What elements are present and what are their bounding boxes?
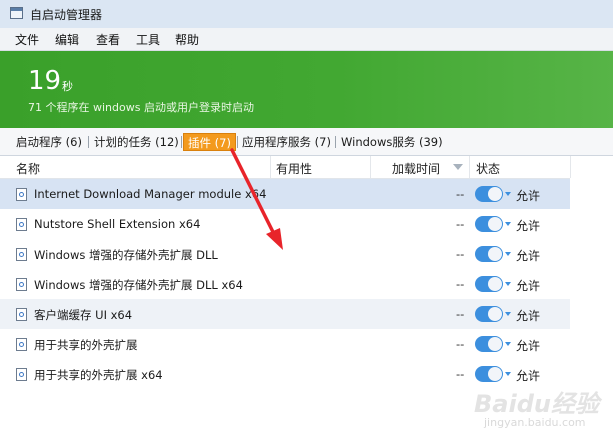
enable-toggle[interactable] [475, 216, 503, 232]
load-time-value: -- [456, 247, 465, 261]
tab-windows-services[interactable]: Windows服务 (39) [337, 133, 447, 151]
plugin-file-icon [16, 278, 27, 291]
plugin-name: Nutstore Shell Extension x64 [34, 217, 201, 231]
chevron-down-icon[interactable] [505, 342, 511, 346]
load-time-value: -- [456, 187, 465, 201]
column-usefulness[interactable]: 有用性 [276, 160, 312, 177]
menu-edit[interactable]: 编辑 [55, 31, 79, 48]
enable-toggle[interactable] [475, 306, 503, 322]
column-divider[interactable] [469, 156, 470, 178]
window-title: 自启动管理器 [30, 8, 103, 22]
status-label: 允许 [516, 189, 541, 203]
chevron-down-icon[interactable] [505, 252, 511, 256]
toggle-knob [488, 247, 502, 261]
toggle-knob [488, 187, 502, 201]
tab-startup-programs[interactable]: 启动程序 (6) [12, 133, 86, 151]
toggle-knob [488, 367, 502, 381]
startup-summary: 71 个程序在 windows 启动或用户登录时启动 [28, 101, 254, 114]
plugin-file-icon [16, 248, 27, 261]
plugin-name: Internet Download Manager module x64 [34, 187, 267, 201]
load-time-value: -- [456, 367, 465, 381]
watermark-brand: Baidu经验 [474, 390, 599, 418]
menu-help[interactable]: 帮助 [175, 31, 199, 48]
load-time-value: -- [456, 277, 465, 291]
plugin-name: Windows 增强的存储外壳扩展 DLL [34, 248, 218, 262]
column-status[interactable]: 状态 [476, 160, 500, 177]
tab-divider [181, 136, 182, 148]
category-tabs: 启动程序 (6) 计划的任务 (12) 插件 (7) 应用程序服务 (7) Wi… [0, 128, 613, 156]
watermark: Baidu经验 jingyan.baidu.com [466, 384, 611, 436]
plugin-name: 客户端缓存 UI x64 [34, 308, 133, 322]
tab-scheduled-tasks[interactable]: 计划的任务 (12) [90, 133, 183, 151]
menu-bar: 文件 编辑 查看 工具 帮助 [0, 28, 613, 51]
column-divider[interactable] [570, 156, 571, 178]
toggle-knob [488, 307, 502, 321]
chevron-down-icon[interactable] [505, 192, 511, 196]
column-header: 名称 有用性 加载时间 状态 [0, 156, 613, 179]
menu-file[interactable]: 文件 [15, 31, 39, 48]
chevron-down-icon[interactable] [505, 312, 511, 316]
menu-tools[interactable]: 工具 [136, 31, 160, 48]
load-time-value: -- [456, 337, 465, 351]
boot-time-unit: 秒 [62, 80, 73, 93]
status-label: 允许 [516, 369, 541, 383]
plugin-file-icon [16, 368, 27, 381]
enable-toggle[interactable] [475, 186, 503, 202]
plugin-file-icon [16, 308, 27, 321]
enable-toggle[interactable] [475, 366, 503, 382]
watermark-url: jingyan.baidu.com [484, 416, 586, 429]
sort-descending-icon[interactable] [453, 164, 463, 170]
chevron-down-icon[interactable] [505, 282, 511, 286]
table-row[interactable]: Windows 增强的存储外壳扩展 DLL x64 -- 允许 [0, 269, 570, 299]
status-label: 允许 [516, 339, 541, 353]
status-label: 允许 [516, 219, 541, 233]
enable-toggle[interactable] [475, 246, 503, 262]
toggle-knob [488, 217, 502, 231]
load-time-value: -- [456, 307, 465, 321]
status-label: 允许 [516, 309, 541, 323]
menu-view[interactable]: 查看 [96, 31, 120, 48]
column-name[interactable]: 名称 [16, 160, 40, 177]
chevron-down-icon[interactable] [505, 222, 511, 226]
toggle-knob [488, 337, 502, 351]
app-window-icon [10, 7, 23, 19]
status-label: 允许 [516, 249, 541, 263]
enable-toggle[interactable] [475, 336, 503, 352]
plugin-file-icon [16, 188, 27, 201]
column-divider[interactable] [270, 156, 271, 178]
load-time-value: -- [456, 217, 465, 231]
title-bar: 自启动管理器 [0, 0, 613, 29]
table-row[interactable]: Nutstore Shell Extension x64 -- 允许 [0, 209, 570, 239]
tab-divider [335, 136, 336, 148]
toggle-knob [488, 277, 502, 291]
table-row[interactable]: Internet Download Manager module x64 -- … [0, 179, 570, 209]
column-divider[interactable] [370, 156, 371, 178]
tab-plugins[interactable]: 插件 (7) [183, 133, 236, 151]
enable-toggle[interactable] [475, 276, 503, 292]
tab-app-services[interactable]: 应用程序服务 (7) [238, 133, 335, 151]
plugin-name: 用于共享的外壳扩展 x64 [34, 368, 163, 382]
table-row[interactable]: Windows 增强的存储外壳扩展 DLL -- 允许 [0, 239, 570, 269]
boot-time-banner [0, 51, 613, 128]
tab-divider [88, 136, 89, 148]
column-load-time[interactable]: 加载时间 [392, 160, 440, 177]
chevron-down-icon[interactable] [505, 372, 511, 376]
plugin-file-icon [16, 218, 27, 231]
table-row[interactable]: 用于共享的外壳扩展 -- 允许 [0, 329, 570, 359]
plugin-file-icon [16, 338, 27, 351]
status-label: 允许 [516, 279, 541, 293]
plugin-name: 用于共享的外壳扩展 [34, 338, 138, 352]
boot-time-seconds: 19 [28, 66, 62, 96]
table-row[interactable]: 客户端缓存 UI x64 -- 允许 [0, 299, 570, 329]
plugin-name: Windows 增强的存储外壳扩展 DLL x64 [34, 278, 243, 292]
